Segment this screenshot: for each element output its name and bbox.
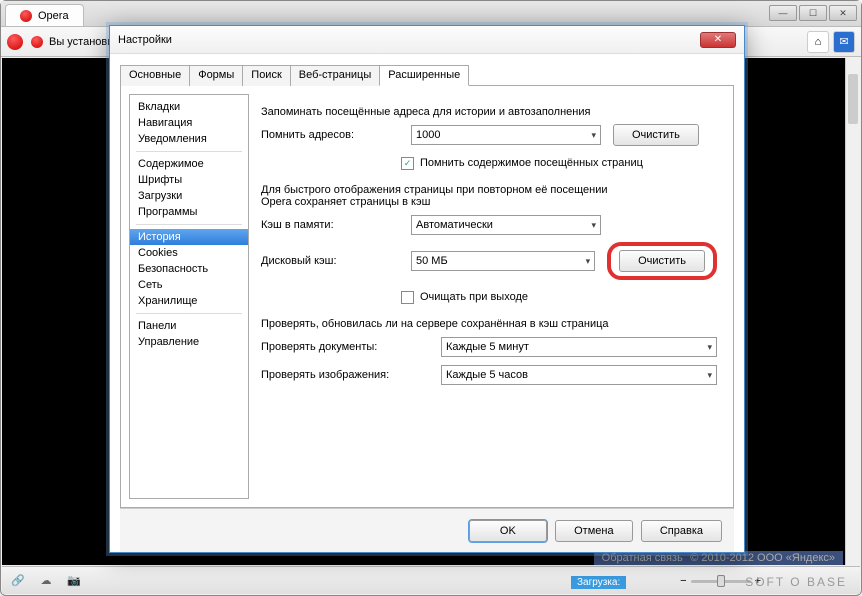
settings-sidebar: ВкладкиНавигацияУведомления СодержимоеШри…	[129, 94, 249, 499]
mem-cache-combo[interactable]: Автоматически	[411, 215, 601, 235]
sidebar-item-управление[interactable]: Управление	[130, 334, 248, 350]
sidebar-item-сеть[interactable]: Сеть	[130, 277, 248, 293]
window-controls: — ☐ ✕	[769, 5, 857, 21]
tab-title: Opera	[38, 10, 69, 22]
tab-основные[interactable]: Основные	[120, 65, 190, 86]
sidebar-item-программы[interactable]: Программы	[130, 204, 248, 220]
ok-button[interactable]: OK	[469, 520, 547, 542]
sidebar-item-вкладки[interactable]: Вкладки	[130, 99, 248, 115]
sidebar-item-содержимое[interactable]: Содержимое	[130, 156, 248, 172]
sidebar-item-загрузки[interactable]: Загрузки	[130, 188, 248, 204]
address-field[interactable]: Вы установи	[27, 36, 113, 48]
check-docs-combo[interactable]: Каждые 5 минут	[441, 337, 717, 357]
clear-disk-cache-button[interactable]: Очистить	[619, 250, 705, 272]
tab-веб-страницы[interactable]: Веб-страницы	[290, 65, 381, 86]
sidebar-item-навигация[interactable]: Навигация	[130, 115, 248, 131]
check-intro: Проверять, обновилась ли на сервере сохр…	[261, 318, 717, 330]
dialog-footer: OK Отмена Справка	[120, 508, 734, 552]
vertical-scrollbar[interactable]	[845, 58, 860, 565]
sidebar-item-история[interactable]: История	[130, 229, 248, 245]
sidebar-item-шрифты[interactable]: Шрифты	[130, 172, 248, 188]
disk-cache-combo[interactable]: 50 МБ	[411, 251, 595, 271]
browser-window: — ☐ ✕ Opera Вы установи ← → ⌂ ✉ Обратная…	[0, 0, 862, 596]
mail-icon[interactable]: ✉	[833, 31, 855, 53]
site-icon	[31, 36, 43, 48]
dialog-close-button[interactable]: ✕	[700, 32, 736, 48]
minimize-button[interactable]: —	[769, 5, 797, 21]
tab-формы[interactable]: Формы	[189, 65, 243, 86]
cloud-icon[interactable]: ☁	[38, 573, 54, 589]
maximize-button[interactable]: ☐	[799, 5, 827, 21]
cancel-button[interactable]: Отмена	[555, 520, 633, 542]
sidebar-separator	[136, 313, 242, 314]
highlight-ring: Очистить	[607, 242, 717, 280]
remember-intro: Запоминать посещённые адреса для истории…	[261, 106, 717, 118]
opera-menu-icon[interactable]	[7, 34, 23, 50]
mem-cache-label: Кэш в памяти:	[261, 219, 411, 231]
sidebar-item-хранилище[interactable]: Хранилище	[130, 293, 248, 309]
home-icon[interactable]: ⌂	[807, 31, 829, 53]
sidebar-separator	[136, 224, 242, 225]
clear-on-exit-label: Очищать при выходе	[420, 291, 528, 303]
settings-dialog: Настройки ✕ ОсновныеФормыПоискВеб-страни…	[109, 25, 745, 553]
camera-icon[interactable]: 📷	[66, 573, 82, 589]
sidebar-item-cookies[interactable]: Cookies	[130, 245, 248, 261]
cache-intro: Для быстрого отображения страницы при по…	[261, 184, 717, 208]
opera-logo-icon	[20, 10, 32, 22]
check-imgs-combo[interactable]: Каждые 5 часов	[441, 365, 717, 385]
dialog-title: Настройки	[118, 34, 172, 46]
tab-поиск[interactable]: Поиск	[242, 65, 290, 86]
zoom-out-icon[interactable]: −	[680, 575, 686, 587]
tab-bar: Opera	[1, 1, 861, 27]
clear-history-button[interactable]: Очистить	[613, 124, 699, 146]
sidebar-item-панели[interactable]: Панели	[130, 318, 248, 334]
settings-pane: Запоминать посещённые адреса для истории…	[257, 86, 733, 507]
sidebar-item-безопасность[interactable]: Безопасность	[130, 261, 248, 277]
remember-content-label: Помнить содержимое посещённых страниц	[420, 157, 643, 169]
help-button[interactable]: Справка	[641, 520, 722, 542]
sidebar-separator	[136, 151, 242, 152]
copyright-bar: Обратная связь © 2010-2012 ООО «Яндекс»	[594, 551, 843, 565]
check-imgs-label: Проверять изображения:	[261, 369, 441, 381]
address-text: Вы установи	[49, 36, 113, 48]
watermark: SOFT O BASE	[745, 575, 847, 589]
browser-tab[interactable]: Opera	[5, 4, 84, 26]
clear-on-exit-checkbox[interactable]	[401, 291, 414, 304]
loading-badge: Загрузка:	[571, 576, 626, 589]
dialog-titlebar: Настройки ✕	[110, 26, 744, 54]
remember-count-combo[interactable]: 1000	[411, 125, 601, 145]
check-docs-label: Проверять документы:	[261, 341, 441, 353]
tab-расширенные[interactable]: Расширенные	[379, 65, 469, 86]
close-button[interactable]: ✕	[829, 5, 857, 21]
dialog-tabs: ОсновныеФормыПоискВеб-страницыРасширенны…	[120, 64, 734, 86]
remember-count-label: Помнить адресов:	[261, 129, 411, 141]
disk-cache-label: Дисковый кэш:	[261, 255, 411, 267]
link-icon[interactable]: 🔗	[10, 573, 26, 589]
sidebar-item-уведомления[interactable]: Уведомления	[130, 131, 248, 147]
remember-content-checkbox[interactable]: ✓	[401, 157, 414, 170]
